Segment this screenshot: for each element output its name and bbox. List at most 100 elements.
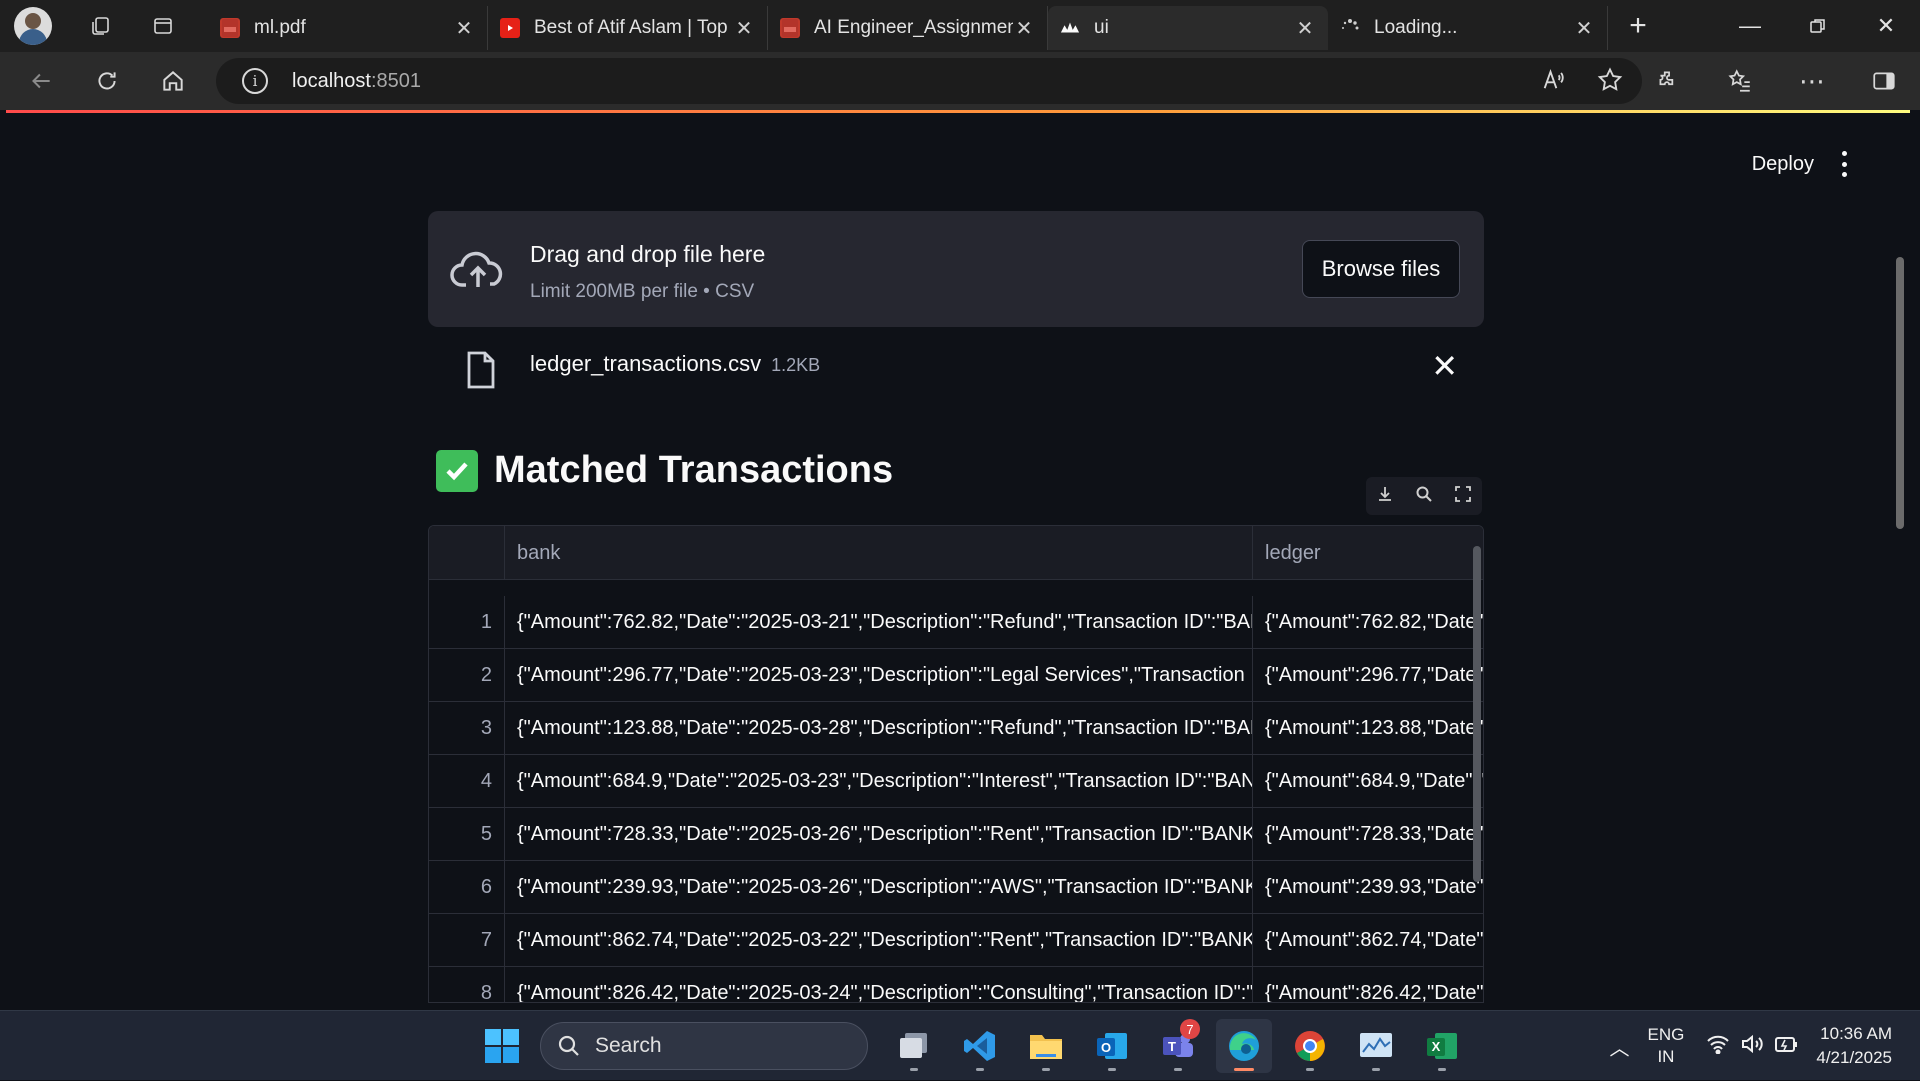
table-row[interactable]: 6 {"Amount":239.93,"Date":"2025-03-26","D…	[429, 861, 1483, 914]
extensions-icon[interactable]	[1632, 52, 1704, 110]
cell-bank[interactable]: {"Amount":123.88,"Date":"2025-03-28","De…	[505, 702, 1253, 754]
search-label: Search	[595, 1034, 662, 1057]
language-code: ENG	[1647, 1025, 1685, 1044]
pdf-icon	[220, 18, 240, 38]
home-button[interactable]	[148, 56, 198, 106]
table-scrollbar[interactable]	[1473, 546, 1481, 882]
site-info-icon[interactable]: i	[242, 68, 268, 94]
table-row[interactable]: 8 {"Amount":826.42,"Date":"2025-03-24","D…	[429, 967, 1483, 1002]
close-tab-icon[interactable]: ✕	[733, 16, 755, 41]
favorites-icon[interactable]	[1704, 52, 1776, 110]
tab-title: AI Engineer_Assignmen	[814, 17, 1013, 38]
new-tab-button[interactable]: +	[1616, 4, 1660, 48]
row-index: 3	[429, 702, 505, 754]
teams-icon[interactable]: T 7	[1150, 1019, 1206, 1073]
table-row[interactable]: 1 {"Amount":762.82,"Date":"2025-03-21","D…	[429, 596, 1483, 649]
sidebar-toggle-icon[interactable]	[1848, 52, 1920, 110]
table-row[interactable]: 7 {"Amount":862.74,"Date":"2025-03-22","D…	[429, 914, 1483, 967]
more-menu-icon[interactable]: ⋯	[1776, 52, 1848, 110]
fullscreen-icon[interactable]	[1454, 485, 1472, 508]
favorite-star-icon[interactable]	[1596, 66, 1624, 99]
volume-icon[interactable]	[1740, 1033, 1764, 1060]
cell-bank[interactable]: {"Amount":728.33,"Date":"2025-03-26","De…	[505, 808, 1253, 860]
cell-bank[interactable]: {"Amount":762.82,"Date":"2025-03-21","De…	[505, 596, 1253, 648]
loading-spinner-icon	[1340, 18, 1360, 38]
svg-text:O: O	[1101, 1040, 1111, 1055]
cell-ledger[interactable]: {"Amount":762.82,"Date"	[1253, 596, 1483, 648]
browse-files-button[interactable]: Browse files	[1302, 240, 1460, 298]
table-row[interactable]: 4 {"Amount":684.9,"Date":"2025-03-23","De…	[429, 755, 1483, 808]
taskbar-clock[interactable]: 10:36 AM 4/21/2025	[1816, 1022, 1892, 1070]
close-window-button[interactable]: ✕	[1852, 0, 1920, 52]
matched-transactions-table[interactable]: bank ledger 1 {"Amount":762.82,"Date":"20…	[428, 525, 1484, 1003]
file-size: 1.2KB	[771, 355, 821, 375]
cell-ledger[interactable]: {"Amount":123.88,"Date"	[1253, 702, 1483, 754]
column-header-ledger[interactable]: ledger	[1253, 526, 1483, 580]
file-explorer-icon[interactable]	[1018, 1019, 1074, 1073]
close-tab-icon[interactable]: ✕	[1573, 16, 1595, 41]
cell-bank[interactable]: {"Amount":862.74,"Date":"2025-03-22","De…	[505, 914, 1253, 966]
cell-ledger[interactable]: {"Amount":239.93,"Date"	[1253, 861, 1483, 913]
browser-tab[interactable]: Loading... ✕	[1328, 6, 1608, 50]
row-index: 6	[429, 861, 505, 913]
cell-bank[interactable]: {"Amount":684.9,"Date":"2025-03-23","Des…	[505, 755, 1253, 807]
matched-transactions-header: Matched Transactions	[436, 449, 893, 492]
search-icon[interactable]	[1415, 485, 1433, 508]
dropzone-title: Drag and drop file here	[530, 241, 766, 267]
browser-tab[interactable]: Best of Atif Aslam | Top ✕	[488, 6, 768, 50]
url-host: localhost	[292, 69, 371, 92]
table-row[interactable]: 2 {"Amount":296.77,"Date":"2025-03-23","D…	[429, 649, 1483, 702]
taskbar-search[interactable]: Search	[540, 1022, 868, 1070]
close-tab-icon[interactable]: ✕	[1294, 16, 1316, 41]
battery-icon[interactable]	[1774, 1033, 1798, 1060]
close-tab-icon[interactable]: ✕	[1013, 16, 1035, 41]
browser-tab[interactable]: ml.pdf ✕	[208, 6, 488, 50]
cell-ledger[interactable]: {"Amount":826.42,"Date"	[1253, 967, 1483, 1002]
file-uploader-dropzone[interactable]: Drag and drop file here Limit 200MB per …	[428, 211, 1484, 327]
page-scrollbar[interactable]	[1896, 257, 1904, 529]
cell-ledger[interactable]: {"Amount":728.33,"Date"	[1253, 808, 1483, 860]
outlook-icon[interactable]: O	[1084, 1019, 1140, 1073]
language-indicator[interactable]: ENG IN	[1648, 1024, 1685, 1068]
resource-monitor-icon[interactable]	[1348, 1019, 1404, 1073]
cell-ledger[interactable]: {"Amount":862.74,"Date"	[1253, 914, 1483, 966]
cell-ledger[interactable]: {"Amount":684.9,"Date":"	[1253, 755, 1483, 807]
url-text[interactable]: localhost:8501	[292, 70, 421, 93]
profile-avatar[interactable]	[14, 7, 52, 45]
cell-bank[interactable]: {"Amount":826.42,"Date":"2025-03-24","De…	[505, 967, 1253, 1002]
tab-title: Best of Atif Aslam | Top	[534, 17, 728, 38]
edge-browser-icon[interactable]	[1216, 1019, 1272, 1073]
browser-tab[interactable]: AI Engineer_Assignmen ✕	[768, 6, 1048, 50]
table-row[interactable]: 3 {"Amount":123.88,"Date":"2025-03-28","D…	[429, 702, 1483, 755]
tab-actions-icon[interactable]	[144, 7, 182, 45]
workspaces-icon[interactable]	[82, 7, 120, 45]
close-tab-icon[interactable]: ✕	[453, 16, 475, 41]
cloud-upload-icon	[450, 251, 503, 287]
download-icon[interactable]	[1376, 485, 1394, 508]
restore-button[interactable]	[1784, 0, 1852, 52]
task-view-icon[interactable]	[886, 1019, 942, 1073]
chevron-up-icon[interactable]: ︿	[1610, 1032, 1630, 1061]
main-menu-icon[interactable]	[1832, 151, 1856, 177]
table-row[interactable]: 5 {"Amount":728.33,"Date":"2025-03-26","D…	[429, 808, 1483, 861]
browser-tab[interactable]: ui ✕	[1048, 6, 1328, 50]
column-header-bank[interactable]: bank	[505, 526, 1253, 580]
vscode-icon[interactable]	[952, 1019, 1008, 1073]
read-aloud-icon[interactable]	[1540, 66, 1568, 99]
cell-bank[interactable]: {"Amount":239.93,"Date":"2025-03-26","De…	[505, 861, 1253, 913]
chrome-icon[interactable]	[1282, 1019, 1338, 1073]
window-controls: — ✕	[1716, 0, 1920, 52]
search-icon	[558, 1035, 579, 1056]
remove-file-icon[interactable]: ✕	[1431, 347, 1458, 385]
minimize-button[interactable]: —	[1716, 0, 1784, 52]
deploy-button[interactable]: Deploy	[1752, 153, 1814, 176]
start-button[interactable]	[474, 1019, 530, 1073]
cell-bank[interactable]: {"Amount":296.77,"Date":"2025-03-23","De…	[505, 649, 1253, 701]
excel-icon[interactable]: X	[1414, 1019, 1470, 1073]
cell-ledger[interactable]: {"Amount":296.77,"Date"	[1253, 649, 1483, 701]
address-bar[interactable]: i localhost:8501	[216, 58, 1642, 104]
back-button[interactable]	[16, 56, 66, 106]
clock-date: 4/21/2025	[1816, 1048, 1892, 1067]
refresh-button[interactable]	[82, 56, 132, 106]
wifi-icon[interactable]	[1706, 1034, 1730, 1059]
